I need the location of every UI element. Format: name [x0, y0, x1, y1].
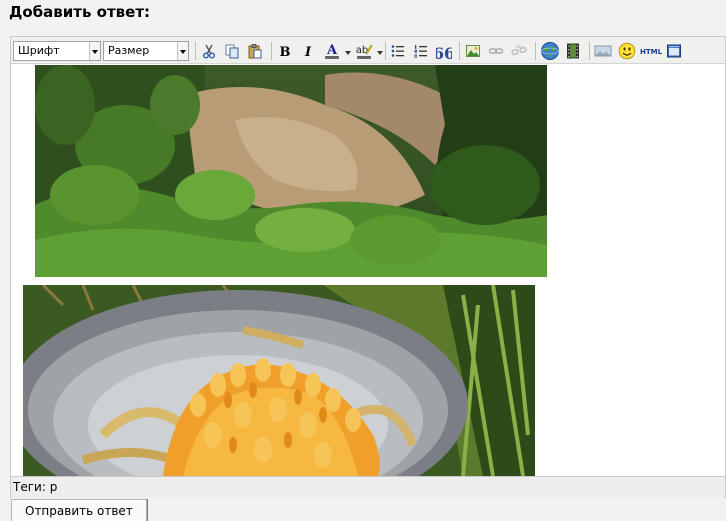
numbered-list-button[interactable] — [411, 41, 431, 61]
page-title: Добавить ответ: — [9, 3, 151, 21]
forest-hillside-photo — [35, 65, 547, 277]
insert-image-button[interactable] — [463, 41, 483, 61]
insert-picture-button[interactable] — [593, 41, 613, 61]
font-color-button[interactable]: A — [321, 41, 343, 61]
coral-mushroom-photo — [23, 285, 535, 476]
smiley-button[interactable] — [617, 41, 637, 61]
cut-button[interactable] — [199, 41, 219, 61]
video-icon — [567, 43, 579, 59]
font-family-value: Шрифт — [18, 44, 60, 57]
font-size-select[interactable]: Размер — [103, 41, 189, 61]
svg-text:I: I — [304, 45, 312, 59]
paste-icon — [248, 44, 262, 59]
italic-icon: I — [304, 45, 312, 59]
html-icon: HTML — [640, 48, 663, 56]
toolbar-separator — [385, 42, 386, 60]
insert-video-button[interactable] — [563, 41, 583, 61]
highlight-button[interactable]: ab — [353, 41, 375, 61]
web-link-icon — [541, 42, 559, 60]
preview-button[interactable] — [664, 41, 684, 61]
coral-mushroom-image — [23, 285, 535, 476]
preview-icon — [667, 44, 681, 58]
svg-text:66: 66 — [436, 44, 452, 59]
rich-text-editor[interactable]: Шрифт Размер B I A ab 66 HTML Теги: p — [10, 36, 726, 498]
toolbar-separator — [535, 42, 536, 60]
numbered-list-icon — [414, 45, 427, 58]
chevron-down-icon[interactable] — [377, 51, 383, 55]
link-button[interactable] — [486, 41, 506, 61]
svg-text:ab: ab — [356, 45, 368, 56]
link-icon — [488, 48, 504, 54]
font-family-select[interactable]: Шрифт — [13, 41, 101, 61]
editor-content[interactable] — [11, 65, 725, 476]
tags-value[interactable]: p — [50, 480, 58, 494]
quote-button[interactable]: 66 — [434, 41, 454, 61]
submit-answer-button[interactable]: Отправить ответ — [11, 499, 147, 521]
toolbar-separator — [195, 42, 196, 60]
italic-button[interactable]: I — [298, 41, 318, 61]
insert-image-icon — [466, 45, 480, 57]
editor-toolbar: Шрифт Размер B I A ab 66 HTML — [11, 37, 725, 64]
font-color-icon: A — [325, 43, 339, 59]
smiley-icon — [618, 42, 636, 60]
copy-icon — [225, 44, 239, 59]
svg-text:A: A — [326, 43, 338, 58]
unlink-icon — [511, 45, 527, 55]
toolbar-separator — [589, 42, 590, 60]
svg-text:B: B — [280, 45, 291, 59]
copy-button[interactable] — [222, 41, 242, 61]
svg-text:HTML: HTML — [640, 48, 663, 56]
toolbar-separator — [271, 42, 272, 60]
tags-field[interactable]: Теги: p — [11, 476, 725, 498]
toolbar-separator — [459, 42, 460, 60]
tags-label: Теги: — [13, 480, 46, 494]
chevron-down-icon — [89, 42, 100, 60]
forest-hillside-image — [35, 65, 547, 277]
bullet-list-button[interactable] — [388, 41, 408, 61]
web-link-button[interactable] — [539, 41, 561, 61]
highlight-icon: ab — [356, 44, 373, 59]
picture-icon — [594, 45, 612, 57]
paste-button[interactable] — [245, 41, 265, 61]
quote-icon: 66 — [436, 44, 452, 59]
font-size-value: Размер — [108, 44, 150, 57]
chevron-down-icon[interactable] — [345, 51, 351, 55]
bullet-list-icon — [391, 45, 404, 57]
cut-icon — [203, 44, 215, 59]
chevron-down-icon — [177, 42, 188, 60]
html-source-button[interactable]: HTML — [639, 41, 663, 61]
bold-button[interactable]: B — [275, 41, 295, 61]
unlink-button[interactable] — [509, 41, 529, 61]
bold-icon: B — [280, 45, 291, 59]
